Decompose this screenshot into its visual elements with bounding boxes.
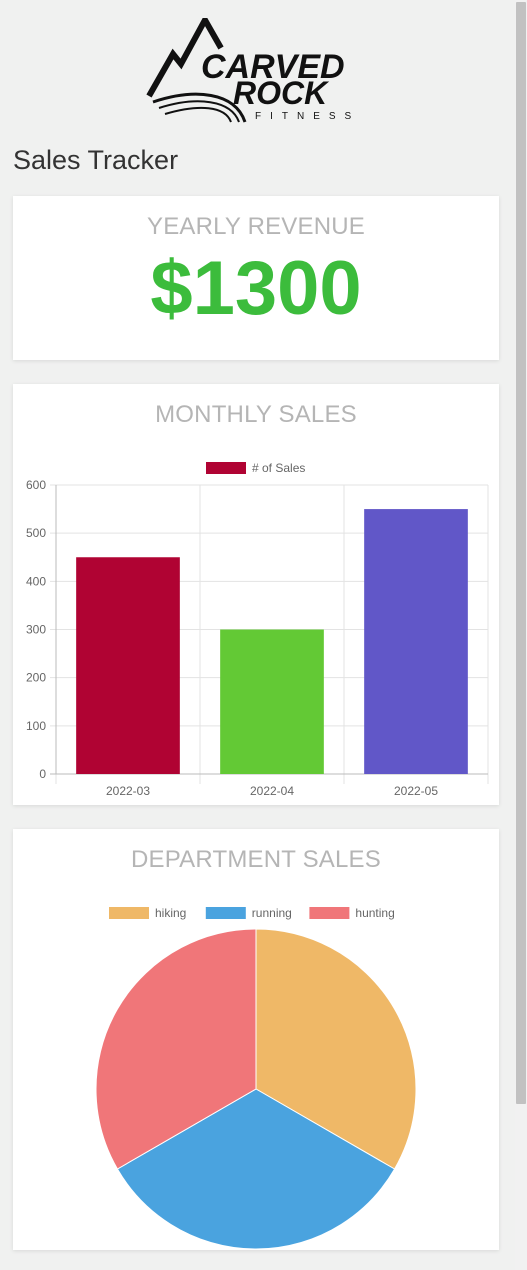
legend-label-hunting: hunting [355, 906, 394, 920]
department-sales-card: DEPARTMENT SALES hiking running hunting [13, 829, 499, 1250]
legend-label-sales: # of Sales [252, 461, 305, 475]
scroll-thumb[interactable] [516, 2, 526, 1104]
monthly-sales-bar-chart: # of Sales 0 100 200 300 400 500 600 2022-03 2022… [26, 461, 489, 798]
brand-logo: CARVED ROCK FITNESS [145, 13, 370, 128]
y-tick-label: 0 [39, 767, 46, 781]
department-sales-pie-chart: hiking running hunting [95, 906, 417, 1250]
bar-legend: # of Sales [206, 461, 305, 475]
bar-2022-03 [76, 557, 180, 774]
y-tick-label: 600 [26, 478, 46, 492]
legend-label-running: running [252, 906, 292, 920]
monthly-sales-title: MONTHLY SALES [155, 401, 357, 428]
pie-legend: hiking running hunting [109, 906, 395, 920]
yearly-revenue-title: YEARLY REVENUE [147, 213, 365, 240]
page-title: Sales Tracker [13, 145, 179, 175]
bar-2022-04 [220, 629, 324, 774]
logo-word-rock: ROCK [233, 75, 330, 111]
legend-swatch-sales [206, 462, 246, 474]
yearly-revenue-value: $1300 [150, 246, 362, 331]
scrollbar[interactable] [515, 0, 527, 1270]
yearly-revenue-card: YEARLY REVENUE $1300 [13, 196, 499, 360]
legend-swatch-hiking [109, 907, 149, 919]
x-tick-label: 2022-03 [106, 784, 150, 798]
y-tick-label: 500 [26, 526, 46, 540]
x-tick-label: 2022-05 [394, 784, 438, 798]
y-tick-label: 300 [26, 623, 46, 637]
y-tick-label: 200 [26, 671, 46, 685]
legend-label-hiking: hiking [155, 906, 186, 920]
x-tick-label: 2022-04 [250, 784, 294, 798]
y-tick-label: 100 [26, 719, 46, 733]
logo-word-fitness: FITNESS [255, 111, 360, 122]
legend-swatch-hunting [309, 907, 350, 919]
monthly-sales-card: MONTHLY SALES # of Sales 0 100 200 300 400 500… [13, 384, 499, 805]
department-sales-title: DEPARTMENT SALES [131, 846, 381, 873]
y-tick-label: 400 [26, 574, 46, 588]
bar-2022-05 [364, 509, 468, 774]
legend-swatch-running [205, 907, 246, 919]
